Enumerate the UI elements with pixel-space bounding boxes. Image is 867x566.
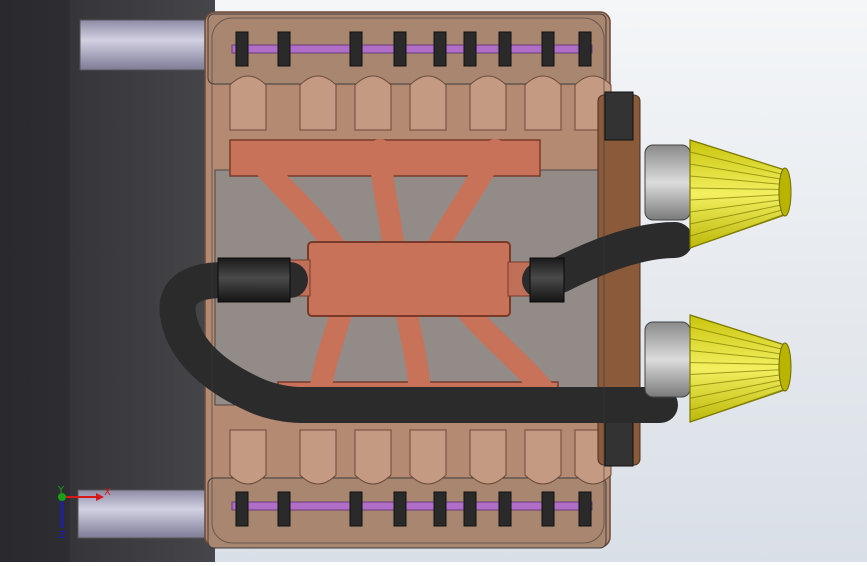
upper-port	[469, 75, 507, 131]
upper-port	[299, 75, 337, 131]
upper-valve-block	[578, 31, 592, 67]
lower-valve-block	[433, 491, 447, 527]
triad-z-label: Z	[59, 530, 66, 541]
hose-coupler-left[interactable]	[217, 257, 291, 303]
lower-valve-block	[393, 491, 407, 527]
bellhousing-shadow	[0, 0, 70, 562]
lower-valve-block	[349, 491, 363, 527]
upper-valve-block	[393, 31, 407, 67]
upper-port	[354, 75, 392, 131]
lower-valve-block	[578, 491, 592, 527]
lower-port	[469, 429, 507, 485]
lower-valve-block	[463, 491, 477, 527]
lower-valve-block	[541, 491, 555, 527]
upper-intake-can	[644, 144, 691, 221]
upper-valve-block	[235, 31, 249, 67]
hose-coupler-right[interactable]	[529, 257, 565, 303]
timing-pulley-bottom	[604, 419, 634, 467]
upper-valve-block	[433, 31, 447, 67]
lower-valve-block	[498, 491, 512, 527]
lower-port	[229, 429, 267, 485]
triad-y-label: Y	[58, 485, 65, 496]
upper-valve-block	[463, 31, 477, 67]
lower-intake-can	[644, 321, 691, 398]
upper-valve-block	[349, 31, 363, 67]
upper-valve-block	[277, 31, 291, 67]
cad-viewport[interactable]: .c-block { fill:#b58a72; stroke:#6b4a3a;…	[0, 0, 867, 562]
engine-model[interactable]: .c-block { fill:#b58a72; stroke:#6b4a3a;…	[0, 0, 867, 562]
lower-valve-block	[235, 491, 249, 527]
lower-port	[409, 429, 447, 485]
timing-pulley-top	[604, 91, 634, 141]
lower-port	[299, 429, 337, 485]
triad-x-label: X	[104, 487, 111, 498]
upper-port	[524, 75, 562, 131]
lower-port	[524, 429, 562, 485]
upper-valve-block	[498, 31, 512, 67]
upper-valve-block	[541, 31, 555, 67]
lower-port	[354, 429, 392, 485]
upper-port	[409, 75, 447, 131]
lower-valve-block	[277, 491, 291, 527]
upper-port	[229, 75, 267, 131]
intake-plenum	[307, 241, 511, 317]
